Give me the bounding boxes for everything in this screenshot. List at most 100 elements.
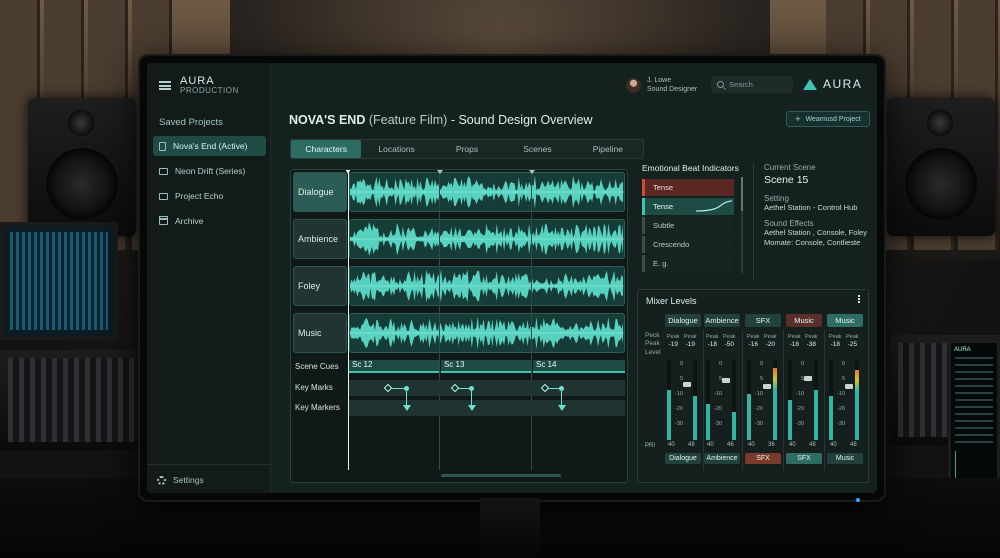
sidebar-item-archive[interactable]: Archive [153, 211, 266, 231]
peak-readout-label: Peak [829, 334, 842, 340]
emotional-beat-panel: Emotional Beat Indicators Tense Tense Su… [642, 163, 758, 293]
scale-tick-label: 5 [679, 376, 683, 382]
sidebar-item-novas-end[interactable]: Nova's End (Active) [153, 136, 266, 156]
meter-scale: 0 5 -10 -20 -30 [712, 361, 722, 437]
studio-speaker-right [887, 98, 995, 236]
peak-readout: Peak -18 [706, 334, 719, 348]
scale-tick-label: 0 [718, 361, 722, 367]
user-role: Sound Designer [647, 86, 698, 94]
scale-tick-label: -20 [755, 406, 763, 412]
scene-tag[interactable]: Sc 14 [533, 360, 625, 373]
emotional-beat-item[interactable]: E. g. [642, 255, 734, 272]
channel-footer-value: 40 [668, 442, 675, 448]
emotional-beat-item[interactable]: Crescendo [642, 236, 734, 253]
cue-link [391, 388, 405, 389]
current-scene-value: Scene 15 [764, 174, 809, 186]
playhead[interactable] [345, 170, 351, 470]
track-ambience[interactable]: Ambience [291, 217, 627, 261]
waveform[interactable] [349, 172, 625, 212]
channel-fader[interactable] [683, 382, 691, 388]
channel-select-button[interactable]: SFX [745, 453, 781, 464]
emotional-beat-item[interactable]: Tense [642, 179, 734, 196]
scale-tick-label: -20 [675, 406, 683, 412]
channel-select-button[interactable]: Ambience [704, 453, 740, 464]
scale-tick-label: -20 [796, 406, 804, 412]
sidebar-item-label: Neon Drift (Series) [175, 166, 246, 176]
pri-label: PRI [645, 443, 656, 449]
tab-locations[interactable]: Locations [361, 140, 431, 158]
channel-footer-value: 36 [768, 442, 775, 448]
channel-fader[interactable] [804, 376, 812, 381]
peak-readout-label: Peak [788, 334, 801, 340]
page-title-paren: (Feature Film) [368, 113, 448, 127]
level-meter [855, 360, 859, 440]
scene-tag[interactable]: Sc 12 [349, 360, 439, 373]
mixer-channel-header[interactable]: Dialogue [665, 314, 701, 327]
emotional-beat-item[interactable]: Tense [642, 198, 734, 215]
sidebar: AURA PRODUCTION Saved Projects Nova's En… [147, 63, 271, 493]
menu-icon[interactable] [159, 81, 171, 90]
waveform[interactable] [349, 219, 625, 259]
mixer-channel-header[interactable]: SFX [745, 314, 781, 327]
search-input[interactable]: Search [711, 76, 793, 93]
scale-tick-label: -30 [714, 421, 722, 427]
brand-sub: PRODUCTION [180, 86, 239, 95]
mixer-channel-header[interactable]: Music [786, 314, 822, 327]
channel-select-button[interactable]: SFX [786, 453, 822, 464]
track-music[interactable]: Music [291, 311, 627, 355]
scale-tick-label: 0 [759, 361, 763, 367]
peak-readout-label: Peak [846, 334, 859, 340]
cue-arrow-icon[interactable] [558, 405, 566, 411]
waveform[interactable] [349, 266, 625, 306]
timeline-scrollbar[interactable] [441, 474, 561, 477]
monitor-stand [480, 498, 540, 558]
tab-props[interactable]: Props [432, 140, 502, 158]
scale-tick-label: -20 [837, 406, 845, 412]
peak-readout: Peak -19 [667, 334, 680, 348]
user-name: J. Lowe [647, 77, 672, 84]
level-meter [667, 360, 671, 440]
track-foley[interactable]: Foley [291, 264, 627, 308]
tab-characters[interactable]: Characters [291, 140, 362, 158]
channel-fader[interactable] [763, 384, 771, 389]
mixer-channel-header[interactable]: Music [827, 314, 863, 327]
settings-button[interactable]: Settings [157, 475, 204, 485]
user-profile[interactable]: J. Lowe Sound Designer [626, 76, 697, 94]
track-dialogue[interactable]: Dialogue [291, 170, 627, 214]
peak-value: -20 [765, 340, 775, 348]
channel-select-button[interactable]: Dialogue [665, 453, 701, 464]
peak-readout-label: Peak [706, 334, 719, 340]
new-project-button[interactable]: + Weamusd Project [786, 111, 870, 127]
peak-readout: Peak -38 [805, 334, 818, 348]
cue-row-label: Key Markers [295, 403, 340, 412]
cue-arrow-icon[interactable] [468, 405, 476, 411]
channel-fader[interactable] [722, 377, 730, 383]
peak-value: -19 [685, 340, 695, 348]
main-monitor: AURA PRODUCTION Saved Projects Nova's En… [140, 56, 884, 502]
saved-projects-heading: Saved Projects [159, 117, 223, 128]
scene-cues-label: Scene Cues [295, 362, 339, 371]
level-meter [747, 360, 751, 440]
sidebar-item-project-echo[interactable]: Project Echo [153, 186, 266, 206]
app-window: AURA PRODUCTION Saved Projects Nova's En… [147, 63, 877, 493]
tab-bar: Characters Locations Props Scenes Pipeli… [290, 139, 644, 159]
channel-fader[interactable] [845, 384, 853, 389]
cue-arrow-icon[interactable] [403, 405, 411, 411]
waveform[interactable] [349, 313, 625, 353]
search-placeholder: Search [729, 80, 753, 89]
sidebar-item-neon-drift[interactable]: Neon Drift (Series) [153, 161, 266, 181]
emotional-beat-scrollbar[interactable] [741, 177, 743, 273]
tab-scenes[interactable]: Scenes [502, 140, 572, 158]
tab-pipeline[interactable]: Pipeline [573, 140, 643, 158]
more-options-icon[interactable] [858, 295, 860, 297]
scene-marker [528, 170, 535, 470]
gear-icon [157, 475, 166, 485]
meter-fill [706, 404, 710, 440]
channel-footer-value: 40 [789, 442, 796, 448]
meter-fill [693, 396, 697, 440]
setting-value: Aethel Station - Control Hub [764, 203, 858, 212]
mixer-channel-header[interactable]: Ambience [704, 314, 740, 327]
scene-tag[interactable]: Sc 13 [441, 360, 531, 373]
emotional-beat-item[interactable]: Subtle [642, 217, 734, 234]
channel-select-button[interactable]: Music [827, 453, 863, 464]
